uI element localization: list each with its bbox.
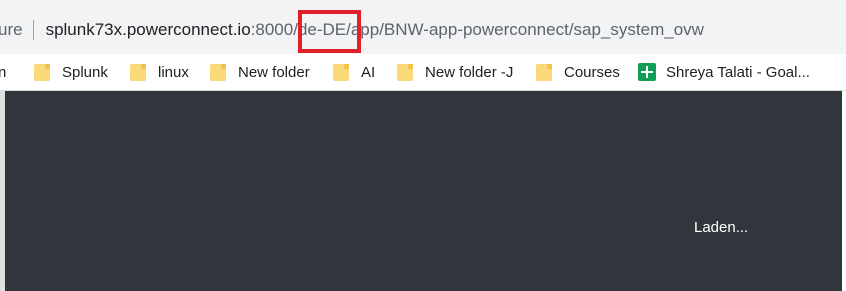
folder-icon [34,63,50,81]
url-path[interactable]: /app/BNW-app-powerconnect/sap_system_ovw [346,20,704,40]
url-divider [32,20,34,40]
bookmark-partial[interactable]: n [0,54,6,90]
bookmark-label: Splunk [62,63,108,81]
url-port[interactable]: :8000 [251,20,294,40]
bookmark-goal-sheet[interactable]: Shreya Talati - Goal... [638,54,810,90]
page-content [0,91,846,291]
folder-icon [210,63,226,81]
loading-text: Laden... [694,219,749,236]
address-bar[interactable]: ure splunk73x.powerconnect.io:8000/de-DE… [0,0,846,54]
folder-icon [536,63,552,81]
bookmark-label: New folder -J [425,63,514,81]
bookmark-label: New folder [238,63,310,81]
bookmarks-bar: n Splunk linux New folder AI New folder … [0,54,846,91]
security-label[interactable]: ure [0,20,23,40]
bookmark-new-folder[interactable]: New folder [210,54,310,90]
bookmark-new-folder-j[interactable]: New folder -J [397,54,513,90]
page-left-edge [0,91,5,291]
bookmark-label: Courses [564,63,620,81]
sheets-icon [638,63,656,81]
bookmark-label: n [0,63,7,81]
bookmark-label: Shreya Talati - Goal... [666,63,810,81]
url-host[interactable]: splunk73x.powerconnect.io [46,20,251,40]
folder-icon [333,63,349,81]
bookmark-label: AI [361,63,376,81]
bookmark-label: linux [158,63,189,81]
bookmark-ai[interactable]: AI [333,54,375,90]
scrollbar[interactable] [842,91,846,291]
locale-highlight-box [298,10,361,53]
bookmark-splunk[interactable]: Splunk [34,54,108,90]
bookmark-linux[interactable]: linux [130,54,189,90]
bookmark-courses[interactable]: Courses [536,54,620,90]
folder-icon [130,63,146,81]
folder-icon [397,63,413,81]
